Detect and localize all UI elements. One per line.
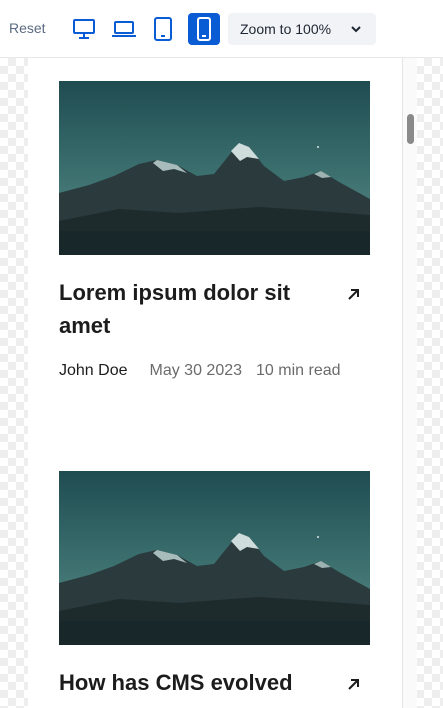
mobile-icon xyxy=(197,17,211,41)
card-title[interactable]: How has CMS evolved xyxy=(59,666,329,699)
zoom-dropdown[interactable]: Zoom to 100% xyxy=(228,13,376,45)
arrow-up-right-icon[interactable] xyxy=(345,675,363,693)
desktop-view-button[interactable] xyxy=(68,13,100,45)
mobile-view-button[interactable] xyxy=(188,13,220,45)
scrollbar[interactable] xyxy=(402,58,417,708)
preview-canvas: Lorem ipsum dolor sit amet John Doe May 3… xyxy=(0,58,443,708)
blog-card[interactable]: Lorem ipsum dolor sit amet John Doe May 3… xyxy=(59,81,370,379)
tablet-view-button[interactable] xyxy=(147,13,179,45)
desktop-icon xyxy=(73,19,95,39)
card-image xyxy=(59,471,370,645)
blog-card[interactable]: How has CMS evolved xyxy=(59,471,370,695)
card-meta: John Doe May 30 2023 10 min read xyxy=(59,359,359,383)
post-date: May 30 2023 xyxy=(149,362,243,379)
tablet-icon xyxy=(154,17,172,41)
chevron-down-icon xyxy=(351,26,361,33)
laptop-view-button[interactable] xyxy=(108,13,140,45)
laptop-icon xyxy=(112,21,136,37)
scrollbar-thumb[interactable] xyxy=(407,114,414,144)
preview-toolbar: Reset Zoom to 100% xyxy=(0,0,443,58)
read-time: 10 min read xyxy=(256,362,341,379)
arrow-up-right-icon[interactable] xyxy=(345,285,363,303)
card-title[interactable]: Lorem ipsum dolor sit amet xyxy=(59,276,329,342)
author-name: John Doe xyxy=(59,362,128,379)
zoom-label: Zoom to 100% xyxy=(240,21,332,37)
reset-button[interactable]: Reset xyxy=(9,20,46,36)
mobile-preview-frame: Lorem ipsum dolor sit amet John Doe May 3… xyxy=(28,58,402,708)
card-image xyxy=(59,81,370,255)
